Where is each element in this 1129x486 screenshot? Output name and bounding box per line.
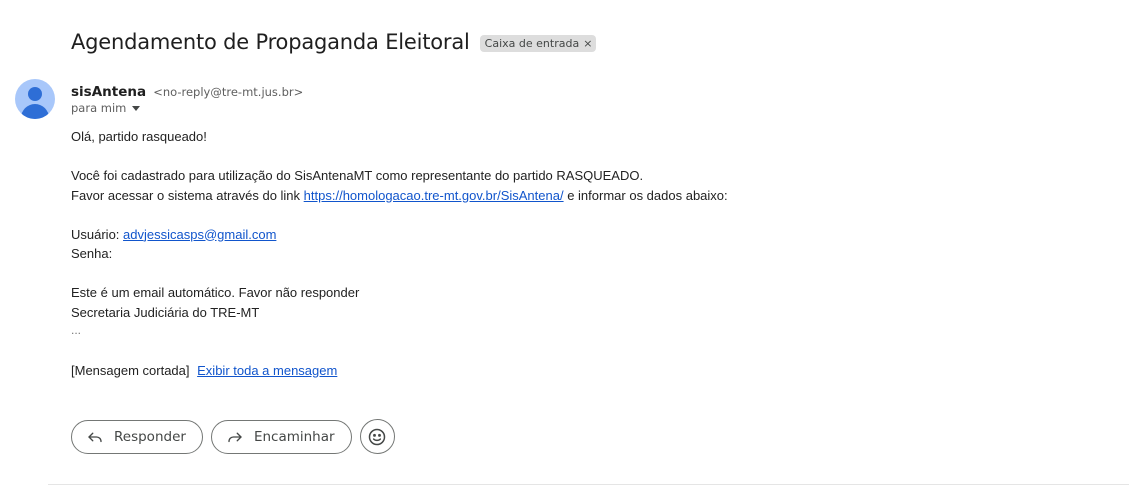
message-divider	[48, 484, 1129, 485]
remove-label-icon[interactable]: ×	[583, 37, 592, 50]
subject-row: Agendamento de Propaganda Eleitoral Caix…	[71, 30, 597, 54]
email-subject: Agendamento de Propaganda Eleitoral	[71, 30, 470, 54]
email-body: Olá, partido rasqueado! Você foi cadastr…	[71, 127, 728, 338]
truncated-label: [Mensagem cortada]	[71, 363, 190, 378]
forward-button[interactable]: Encaminhar	[210, 419, 352, 454]
sender-avatar[interactable]	[15, 79, 55, 119]
body-line-2: Favor acessar o sistema através do link …	[71, 186, 728, 206]
chevron-down-icon[interactable]	[132, 105, 141, 111]
user-email-link[interactable]: advjessicasps@gmail.com	[123, 227, 276, 242]
trimmed-content-ellipsis[interactable]: ...	[71, 322, 728, 338]
forward-icon	[226, 428, 254, 446]
password-line: Senha:	[71, 246, 113, 261]
emoji-reaction-button[interactable]	[359, 419, 395, 454]
inbox-label-text: Caixa de entrada	[484, 36, 580, 50]
smiley-icon	[367, 427, 387, 447]
system-link[interactable]: https://homologacao.tre-mt.gov.br/SisAnt…	[304, 188, 564, 203]
recipient-text: para mim	[71, 101, 127, 115]
inbox-label-chip[interactable]: Caixa de entrada ×	[479, 34, 597, 52]
body-line-1: Você foi cadastrado para utilização do S…	[71, 168, 644, 183]
forward-label: Encaminhar	[253, 428, 335, 445]
sender-email: <no-reply@tre-mt.jus.br>	[153, 85, 304, 99]
avatar-body-shape	[21, 104, 49, 119]
reply-button[interactable]: Responder	[71, 419, 203, 454]
user-line: Usuário: advjessicasps@gmail.com	[71, 225, 728, 245]
auto-notice: Este é um email automático. Favor não re…	[71, 285, 360, 300]
signature: Secretaria Judiciária do TRE-MT	[71, 304, 260, 320]
sender-line: sisAntena <no-reply@tre-mt.jus.br>	[71, 81, 303, 100]
truncated-notice: [Mensagem cortada] Exibir toda a mensage…	[71, 361, 337, 381]
reply-icon	[86, 428, 114, 446]
body-line-2-start: Favor acessar o sistema através do link	[71, 187, 301, 203]
recipient-details-toggle[interactable]: para mim	[71, 101, 141, 115]
greeting: Olá, partido rasqueado!	[71, 129, 207, 144]
body-line-2-end: e informar os dados abaixo:	[567, 187, 728, 203]
user-label: Usuário:	[71, 226, 120, 242]
avatar-head-shape	[28, 87, 42, 101]
reply-label: Responder	[114, 428, 186, 445]
sender-name[interactable]: sisAntena	[71, 84, 146, 100]
action-bar: Responder Encaminhar	[71, 419, 395, 454]
show-full-message-link[interactable]: Exibir toda a mensagem	[197, 363, 337, 378]
